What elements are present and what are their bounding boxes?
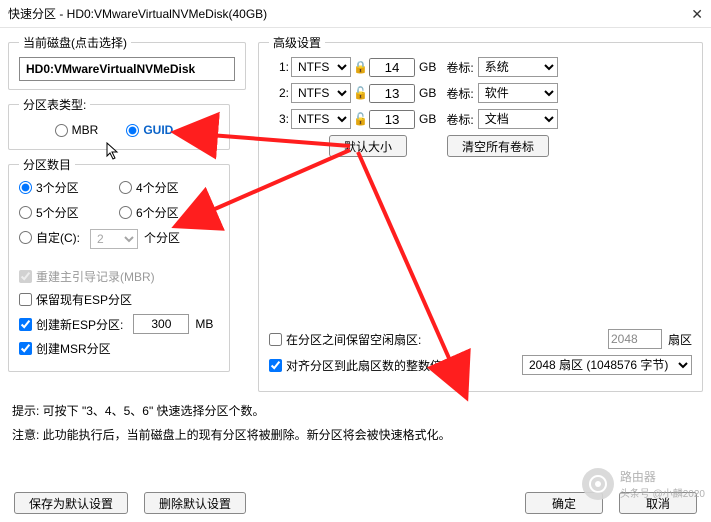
check-align[interactable]: 对齐分区到此扇区数的整数倍: <box>269 357 445 374</box>
gap-input <box>608 329 662 349</box>
table-row: 1: NTFS 🔒 GB 卷标: 系统 <box>269 57 692 77</box>
table-row: 2: NTFS 🔓 GB 卷标: 软件 <box>269 83 692 103</box>
advanced-group: 高级设置 1: NTFS 🔒 GB 卷标: 系统 2: NTFS 🔓 GB 卷标… <box>258 34 703 392</box>
unlock-icon[interactable]: 🔓 <box>353 112 367 126</box>
size-input-3[interactable] <box>369 110 415 129</box>
table-row: 3: NTFS 🔓 GB 卷标: 文档 <box>269 109 692 129</box>
check-msr[interactable]: 创建MSR分区 <box>19 340 111 357</box>
radio-mbr[interactable]: MBR <box>55 123 99 137</box>
current-disk-group: 当前磁盘(点击选择) HD0:VMwareVirtualNVMeDisk <box>8 34 246 90</box>
watermark: 路由器 头条号 @小麟2020 <box>582 468 705 500</box>
hint-2: 注意: 此功能执行后，当前磁盘上的现有分区将被删除。新分区将会被快速格式化。 <box>12 426 699 444</box>
custom-unit: 个分区 <box>144 229 180 254</box>
lock-icon[interactable]: 🔒 <box>353 60 367 74</box>
partition-count-group: 分区数目 3个分区 4个分区 5个分区 6个分区 自定(C): 2 个分区 重建… <box>8 156 230 372</box>
partition-count-legend: 分区数目 <box>19 156 75 173</box>
fs-select-3[interactable]: NTFS <box>291 109 351 129</box>
size-input-1[interactable] <box>369 58 415 77</box>
esp-unit: MB <box>195 317 213 331</box>
check-keep-esp[interactable]: 保留现有ESP分区 <box>19 291 132 308</box>
gap-unit: 扇区 <box>668 331 692 348</box>
advanced-legend: 高级设置 <box>269 34 325 51</box>
radio-4parts[interactable]: 4个分区 <box>119 179 209 196</box>
label-select-2[interactable]: 软件 <box>478 83 558 103</box>
table-type-group: 分区表类型: MBR GUID <box>8 96 230 150</box>
fs-select-1[interactable]: NTFS <box>291 57 351 77</box>
disk-selector[interactable]: HD0:VMwareVirtualNVMeDisk <box>19 57 235 81</box>
custom-count-select[interactable]: 2 <box>90 229 138 249</box>
esp-size-input[interactable] <box>133 314 189 334</box>
clear-labels-button[interactable]: 清空所有卷标 <box>447 135 549 157</box>
align-select[interactable]: 2048 扇区 (1048576 字节) <box>522 355 692 375</box>
radio-6parts[interactable]: 6个分区 <box>119 204 209 221</box>
radio-3parts[interactable]: 3个分区 <box>19 179 109 196</box>
hint-1: 提示: 可按下 "3、4、5、6" 快速选择分区个数。 <box>12 402 699 420</box>
save-default-button[interactable]: 保存为默认设置 <box>14 492 128 514</box>
window-title: 快速分区 - HD0:VMwareVirtualNVMeDisk(40GB) <box>8 0 267 28</box>
size-input-2[interactable] <box>369 84 415 103</box>
close-icon[interactable]: ✕ <box>691 0 703 28</box>
radio-custom[interactable]: 自定(C): <box>19 229 80 246</box>
check-new-esp[interactable]: 创建新ESP分区: <box>19 316 123 333</box>
fs-select-2[interactable]: NTFS <box>291 83 351 103</box>
router-icon <box>582 468 614 500</box>
delete-default-button[interactable]: 删除默认设置 <box>144 492 246 514</box>
label-select-3[interactable]: 文档 <box>478 109 558 129</box>
check-gap[interactable]: 在分区之间保留空闲扇区: <box>269 331 421 348</box>
radio-guid[interactable]: GUID <box>126 123 173 137</box>
unlock-icon[interactable]: 🔓 <box>353 86 367 100</box>
radio-5parts[interactable]: 5个分区 <box>19 204 109 221</box>
default-size-button[interactable]: 默认大小 <box>329 135 407 157</box>
label-select-1[interactable]: 系统 <box>478 57 558 77</box>
current-disk-legend: 当前磁盘(点击选择) <box>19 34 131 51</box>
check-rebuild-mbr[interactable]: 重建主引导记录(MBR) <box>19 268 155 285</box>
table-type-legend: 分区表类型: <box>19 96 90 113</box>
